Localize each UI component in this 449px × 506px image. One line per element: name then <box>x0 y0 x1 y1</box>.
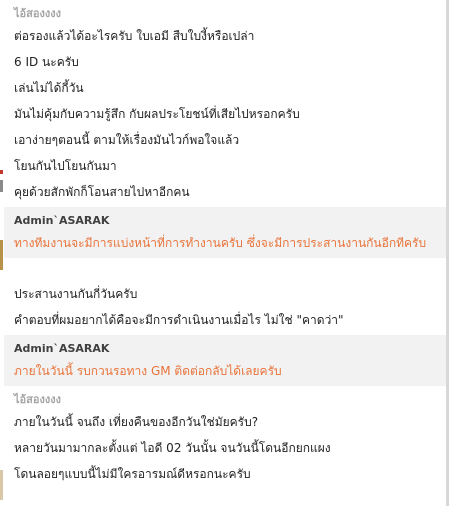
chat-message: เอาง่ายๆตอนนี้ ตามให้เรื่องมันไวก์พอใจแล… <box>14 133 240 147</box>
chat-log[interactable]: ไอ้สองงงง ต่อรองแล้วได้อะไรครับ ใบเอมี ส… <box>4 0 446 489</box>
sender-name: ไอ้สองงงง <box>14 393 61 406</box>
chat-message: 6 ID นะครับ <box>14 55 79 69</box>
edge-mark <box>0 240 3 270</box>
chat-message: เล่นไม่ได้กี้วัน <box>14 81 84 95</box>
chat-message: ทางทีมงานจะมีการแบ่งหน้าที่การทำงานครับ … <box>14 236 427 250</box>
sender-name: ไอ้สองงงง <box>14 7 61 20</box>
chat-message: หลายวันมามากละตั้งแต่ ไอดี 02 วันนั้น จน… <box>14 441 331 455</box>
chat-message: ภายในวันนี้ จนถึง เที่ยงคืนของอีกวันใช่ม… <box>14 415 259 429</box>
chat-message: ประสานงานกันกี่วันครับ <box>14 287 138 301</box>
chat-message: ภายในวันนี้ รบกวนรอทาง GM ติดต่อกลับได้เ… <box>14 364 282 378</box>
chat-message: โยนกันไปโยนกันมา <box>14 159 117 173</box>
chat-message: มันไม่คุ้มกับความรู้สึก กับผลประโยชน์ที่… <box>14 107 300 121</box>
edge-mark <box>0 170 3 174</box>
message-group-user: ไอ้สองงงง ภายในวันนี้ จนถึง เที่ยงคืนของ… <box>4 386 446 489</box>
chat-message: โดนลอยๆแบบนี้ไม่มีใครอารมณ์ดีหรอกนะครับ <box>14 467 251 481</box>
message-group-user: ไอ้สองงงง ต่อรองแล้วได้อะไรครับ ใบเอมี ส… <box>4 0 446 207</box>
sender-name: Admin`ASARAK <box>14 342 110 355</box>
sender-name <box>14 263 446 281</box>
message-group-admin: Admin`ASARAK ภายในวันนี้ รบกวนรอทาง GM ต… <box>4 335 446 386</box>
chat-message: คำตอบที่ผมอยากได้คือจะมีการดำเนินงานเมื่… <box>14 313 344 327</box>
edge-mark <box>0 180 3 192</box>
sender-name: Admin`ASARAK <box>14 214 110 227</box>
chat-message: ต่อรองแล้วได้อะไรครับ ใบเอมี สืบใบงี้หรื… <box>14 29 255 43</box>
message-group-admin: Admin`ASARAK ทางทีมงานจะมีการแบ่งหน้าที่… <box>4 207 446 258</box>
edge-mark <box>0 470 3 500</box>
chat-message: คุยด้วยสักพักก็โอนสายไปหาอีกคน <box>14 185 190 199</box>
message-group-user: ประสานงานกันกี่วันครับ คำตอบที่ผมอยากได้… <box>4 258 446 335</box>
